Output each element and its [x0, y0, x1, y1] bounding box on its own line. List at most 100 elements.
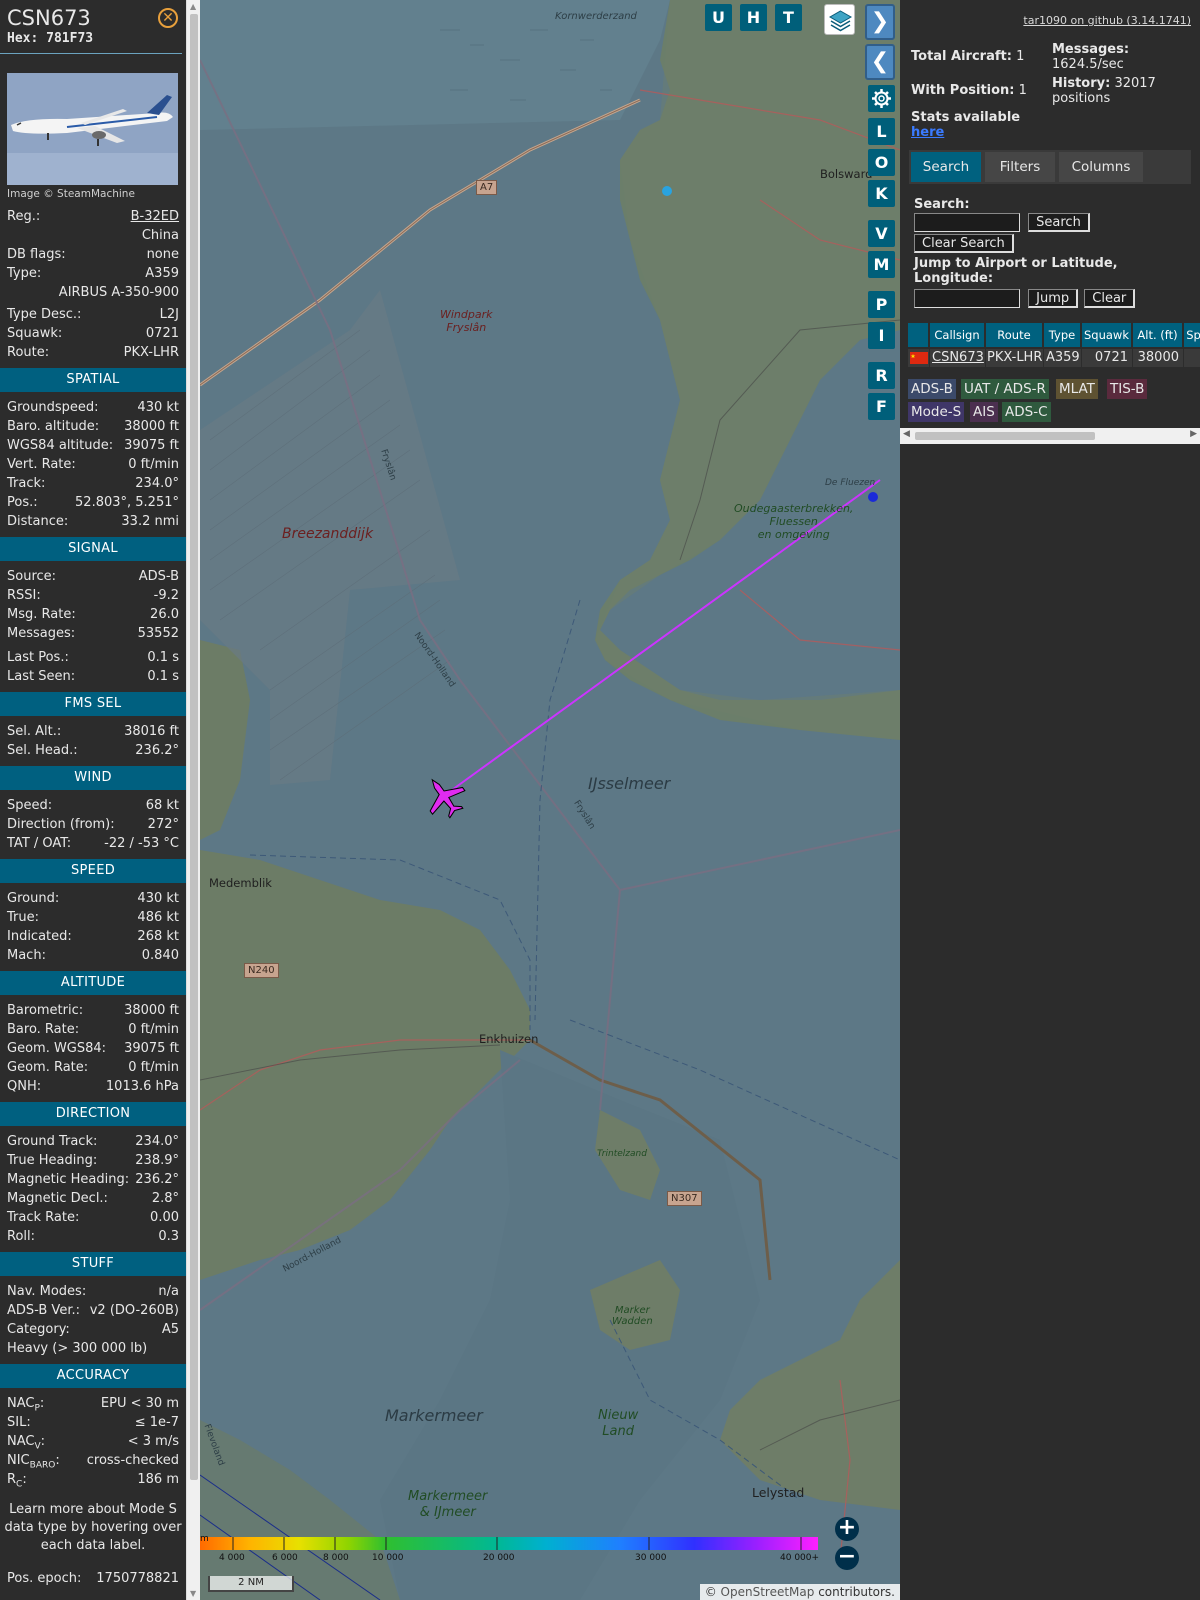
label-markermeer-ijmeer: Markermeer & IJmeer	[408, 1489, 488, 1520]
expand-right-button[interactable]: ❯	[865, 4, 895, 40]
col-route[interactable]: Route	[986, 323, 1043, 347]
info-row: Roll: 0.3	[0, 1227, 186, 1246]
col-squawk[interactable]: Squawk	[1082, 323, 1132, 347]
button-p[interactable]: P	[868, 291, 895, 318]
info-row-value: 26.0	[150, 607, 179, 622]
info-row-value: 238.9°	[135, 1153, 179, 1168]
button-v[interactable]: V	[868, 220, 895, 247]
zoom-in-button[interactable]: +	[835, 1517, 859, 1541]
info-row-label: Barometric:	[7, 1003, 84, 1018]
label-markerwadden: Marker Wadden	[612, 1305, 653, 1327]
button-o[interactable]: O	[868, 149, 895, 176]
osm-link[interactable]: OpenStreetMap	[721, 1585, 815, 1599]
reg-link[interactable]: B-32ED	[131, 207, 179, 226]
info-row-value: 38000 ft	[124, 419, 179, 434]
tab-columns[interactable]: Columns	[1059, 152, 1143, 182]
layers-button[interactable]	[824, 4, 855, 35]
info-row-value: 39075 ft	[124, 438, 179, 453]
version-link[interactable]: tar1090 on github (3.14.1741)	[1023, 14, 1191, 27]
search-input[interactable]	[914, 213, 1020, 232]
map-view[interactable]: Kornwerderzand Windpark Fryslân Breezand…	[200, 0, 900, 1600]
info-row: Magnetic Heading: 236.2°	[0, 1170, 186, 1189]
col-type[interactable]: Type	[1044, 323, 1081, 347]
layers-icon	[828, 10, 853, 32]
info-row-label: Baro. altitude:	[7, 419, 100, 434]
button-h[interactable]: H	[740, 4, 767, 31]
info-row: TAT / OAT: -22 / -53 °C	[0, 834, 186, 853]
clear-button[interactable]: Clear	[1084, 289, 1136, 308]
label-kornwerderzand: Kornwerderzand	[555, 11, 637, 22]
scroll-thumb[interactable]	[190, 14, 198, 1480]
info-row-label: QNH:	[7, 1079, 42, 1094]
legend-modes: Mode-S	[908, 402, 965, 422]
aircraft-photo[interactable]	[7, 73, 178, 185]
info-row: Direction (from): 272°	[0, 815, 186, 834]
scroll-down-icon[interactable]: ▼	[190, 1589, 196, 1598]
col-speed[interactable]: Sp	[1184, 323, 1200, 347]
button-f[interactable]: F	[868, 393, 895, 420]
info-row: Msg. Rate: 26.0	[0, 605, 186, 624]
col-altitude[interactable]: Alt. (ft)	[1133, 323, 1183, 347]
legend-adsc: ADS-C	[1002, 402, 1051, 422]
row-callsign[interactable]: CSN673	[930, 349, 985, 367]
tab-search[interactable]: Search	[911, 152, 981, 182]
button-l[interactable]: L	[868, 118, 895, 145]
rc-row: RC: 186 m	[7, 1472, 179, 1490]
button-i[interactable]: I	[868, 322, 895, 349]
info-row-label: Msg. Rate:	[7, 607, 76, 622]
info-row: Nav. Modes: n/a	[0, 1282, 186, 1301]
info-scrollbar[interactable]: ▲ ▼	[186, 0, 200, 1600]
jump-button[interactable]: Jump	[1028, 289, 1079, 308]
chevron-right-icon: ❯	[870, 9, 890, 34]
button-m[interactable]: M	[868, 251, 895, 278]
button-t[interactable]: T	[775, 4, 802, 31]
zoom-out-button[interactable]: −	[835, 1546, 859, 1570]
stats-link[interactable]: here	[911, 125, 944, 140]
jump-input[interactable]	[914, 289, 1020, 308]
info-row-value: 38016 ft	[124, 724, 179, 739]
info-row: Geom. Rate: 0 ft/min	[0, 1058, 186, 1077]
info-row-value: -22 / -53 °C	[104, 836, 179, 851]
total-aircraft: Total Aircraft: 1	[911, 49, 1025, 64]
road-shield-n240: N240	[244, 963, 279, 978]
info-row: Pos.: 52.803°, 5.251°	[0, 493, 186, 512]
button-u[interactable]: U	[705, 4, 732, 31]
button-k[interactable]: K	[868, 180, 895, 207]
aircraft-info-panel: CSN673 Hex: 781F73 ✕ Image © SteamMachin…	[0, 0, 186, 1600]
info-row: True: 486 kt	[0, 908, 186, 927]
info-row: WGS84 altitude: 39075 ft	[0, 436, 186, 455]
info-row-label: Roll:	[7, 1229, 36, 1244]
road-shield-a7: A7	[476, 180, 498, 195]
info-row-label: Magnetic Decl.:	[7, 1191, 108, 1206]
info-row-value: A5	[161, 1322, 179, 1337]
close-icon[interactable]: ✕	[158, 8, 178, 28]
settings-button[interactable]	[868, 85, 895, 112]
tab-filters[interactable]: Filters	[985, 152, 1055, 182]
info-row-label: Sel. Alt.:	[7, 724, 62, 739]
table-horizontal-scrollbar[interactable]: ◀ ▶	[900, 428, 1200, 444]
info-row-value: n/a	[158, 1284, 179, 1299]
history-count: History: 32017 positions	[1052, 76, 1156, 106]
label-breezanddijk: Breezanddijk	[282, 526, 374, 542]
info-row-value: 0.00	[150, 1210, 179, 1225]
scroll-left-icon[interactable]: ◀	[903, 429, 910, 439]
info-row-value: 38000 ft	[124, 1003, 179, 1018]
info-callsign: CSN673	[7, 6, 91, 30]
typedesc-row: Type Desc.: L2J	[7, 307, 179, 322]
china-flag-icon	[908, 349, 929, 367]
col-callsign[interactable]: Callsign	[930, 323, 985, 347]
info-row-value: 430 kt	[137, 400, 179, 415]
search-button[interactable]: Search	[1028, 213, 1090, 232]
photo-credit: Image © SteamMachine	[7, 188, 135, 200]
info-row-label: Speed:	[7, 798, 53, 813]
info-row-value: 236.2°	[135, 743, 179, 758]
clear-search-button[interactable]: Clear Search	[914, 234, 1014, 253]
hscroll-thumb[interactable]	[915, 432, 1095, 440]
collapse-left-button[interactable]: ❮	[865, 44, 895, 80]
scroll-right-icon[interactable]: ▶	[1190, 429, 1197, 439]
info-row-value: 52.803°, 5.251°	[75, 495, 179, 510]
info-row: Distance: 33.2 nmi	[0, 512, 186, 531]
button-r[interactable]: R	[868, 362, 895, 389]
info-row: Ground: 430 kt	[0, 889, 186, 908]
scroll-up-icon[interactable]: ▲	[190, 2, 196, 11]
